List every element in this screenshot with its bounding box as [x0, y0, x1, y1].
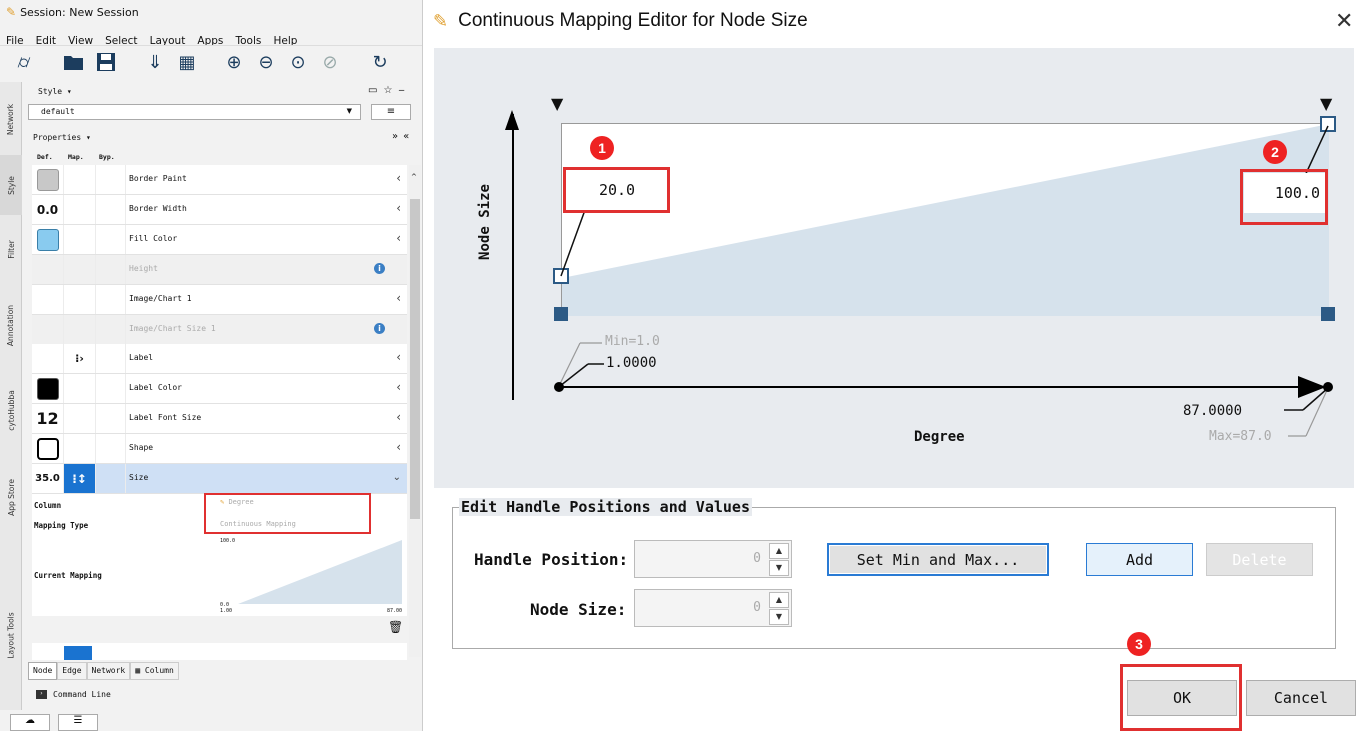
add-button[interactable]: Add [1086, 543, 1193, 576]
delete-button[interactable]: Delete [1206, 543, 1313, 576]
x-min-hint: Min=1.0 [605, 334, 660, 349]
cancel-button[interactable]: Cancel [1246, 680, 1356, 716]
x-axis-arrow [1298, 376, 1326, 398]
node-size-label: Node Size: [530, 600, 627, 619]
spinner-down-icon[interactable]: ▼ [769, 609, 789, 625]
x-max-hint: Max=87.0 [1209, 429, 1272, 444]
x-min-value[interactable]: 1.0000 [606, 355, 657, 371]
x-max-value[interactable]: 87.0000 [1183, 403, 1242, 419]
spinner-down-icon[interactable]: ▼ [769, 560, 789, 576]
highlight-ok-button [1120, 664, 1242, 731]
edit-handle-group [452, 507, 1336, 649]
edit-group-title: Edit Handle Positions and Values [459, 498, 752, 516]
x-min-point[interactable] [554, 382, 564, 392]
x-axis-label: Degree [914, 429, 965, 445]
highlight-left-value [563, 167, 670, 213]
handle-position-value: 0 [753, 551, 761, 566]
x-axis-line [558, 386, 1328, 388]
spinner-up-icon[interactable]: ▲ [769, 592, 789, 608]
highlight-right-value [1240, 169, 1328, 225]
handle-position-label: Handle Position: [474, 550, 629, 569]
handle-position-spinner[interactable]: 0 ▲ ▼ [634, 540, 792, 578]
step-badge-1: 1 [590, 136, 614, 160]
node-size-spinner[interactable]: 0 ▲ ▼ [634, 589, 792, 627]
node-size-value: 0 [753, 600, 761, 615]
step-badge-3: 3 [1127, 632, 1151, 656]
x-max-point[interactable] [1323, 382, 1333, 392]
set-min-max-button[interactable]: Set Min and Max... [827, 543, 1049, 576]
step-badge-2: 2 [1263, 140, 1287, 164]
spinner-up-icon[interactable]: ▲ [769, 543, 789, 559]
